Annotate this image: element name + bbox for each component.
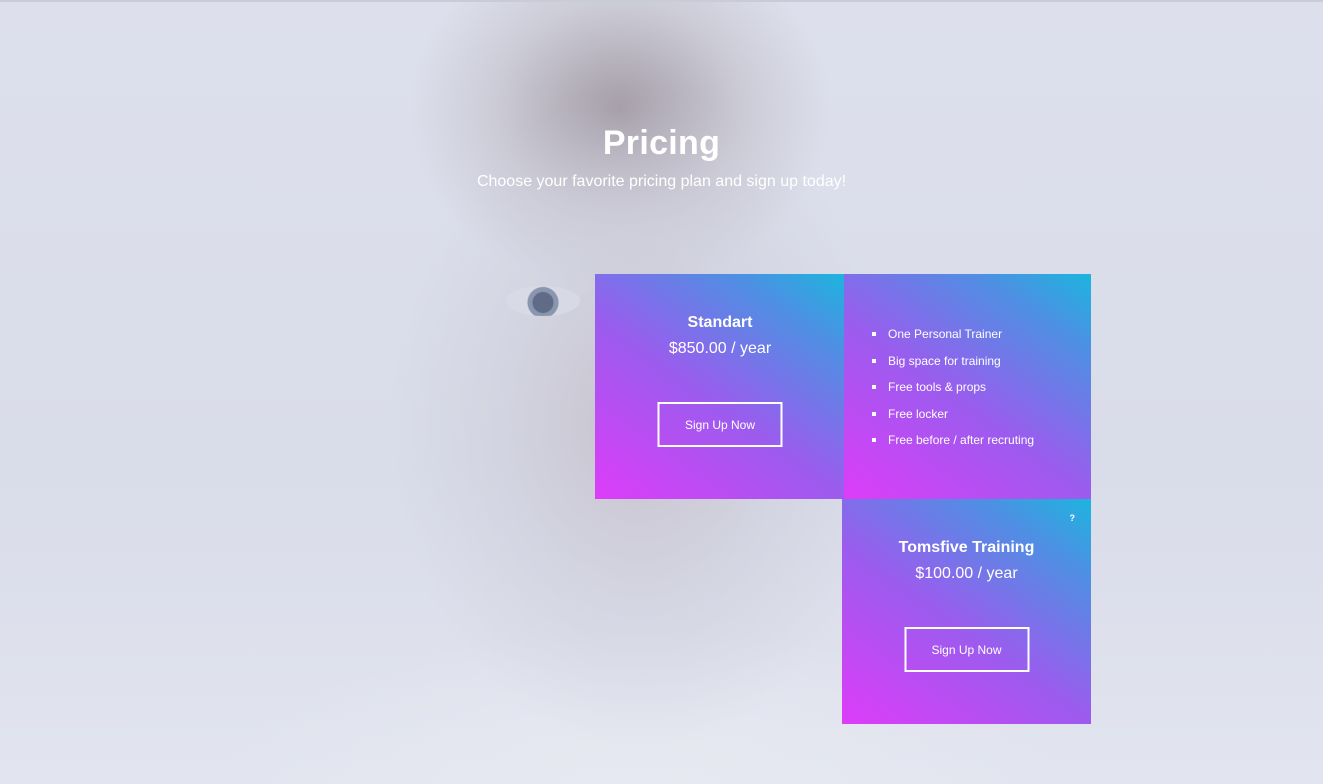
- pricing-card-tomsfive: ? Tomsfive Training $100.00 / year Sign …: [842, 499, 1091, 724]
- features-list: One Personal Trainer Big space for train…: [872, 321, 1034, 454]
- plan-price: $850.00 / year: [668, 340, 772, 357]
- help-icon[interactable]: ?: [1070, 513, 1076, 523]
- top-border: [0, 0, 1323, 2]
- background-eye-detail: [506, 286, 580, 316]
- sign-up-button-standart[interactable]: Sign Up Now: [657, 402, 783, 447]
- plan-price: $100.00 / year: [915, 565, 1018, 582]
- feature-item: Big space for training: [872, 348, 1034, 375]
- plan-name: Tomsfive Training: [898, 539, 1035, 556]
- feature-item: Free locker: [872, 401, 1034, 428]
- pricing-card-standart: Standart $850.00 / year Sign Up Now: [595, 274, 845, 499]
- page-title: Pricing: [602, 124, 721, 162]
- feature-item: Free tools & props: [872, 374, 1034, 401]
- feature-item: Free before / after recruting: [872, 427, 1034, 454]
- features-card: One Personal Trainer Big space for train…: [844, 274, 1091, 499]
- plan-name: Standart: [687, 314, 753, 331]
- feature-item: One Personal Trainer: [872, 321, 1034, 348]
- page-subtitle: Choose your favorite pricing plan and si…: [476, 173, 847, 190]
- sign-up-button-tomsfive[interactable]: Sign Up Now: [904, 627, 1029, 672]
